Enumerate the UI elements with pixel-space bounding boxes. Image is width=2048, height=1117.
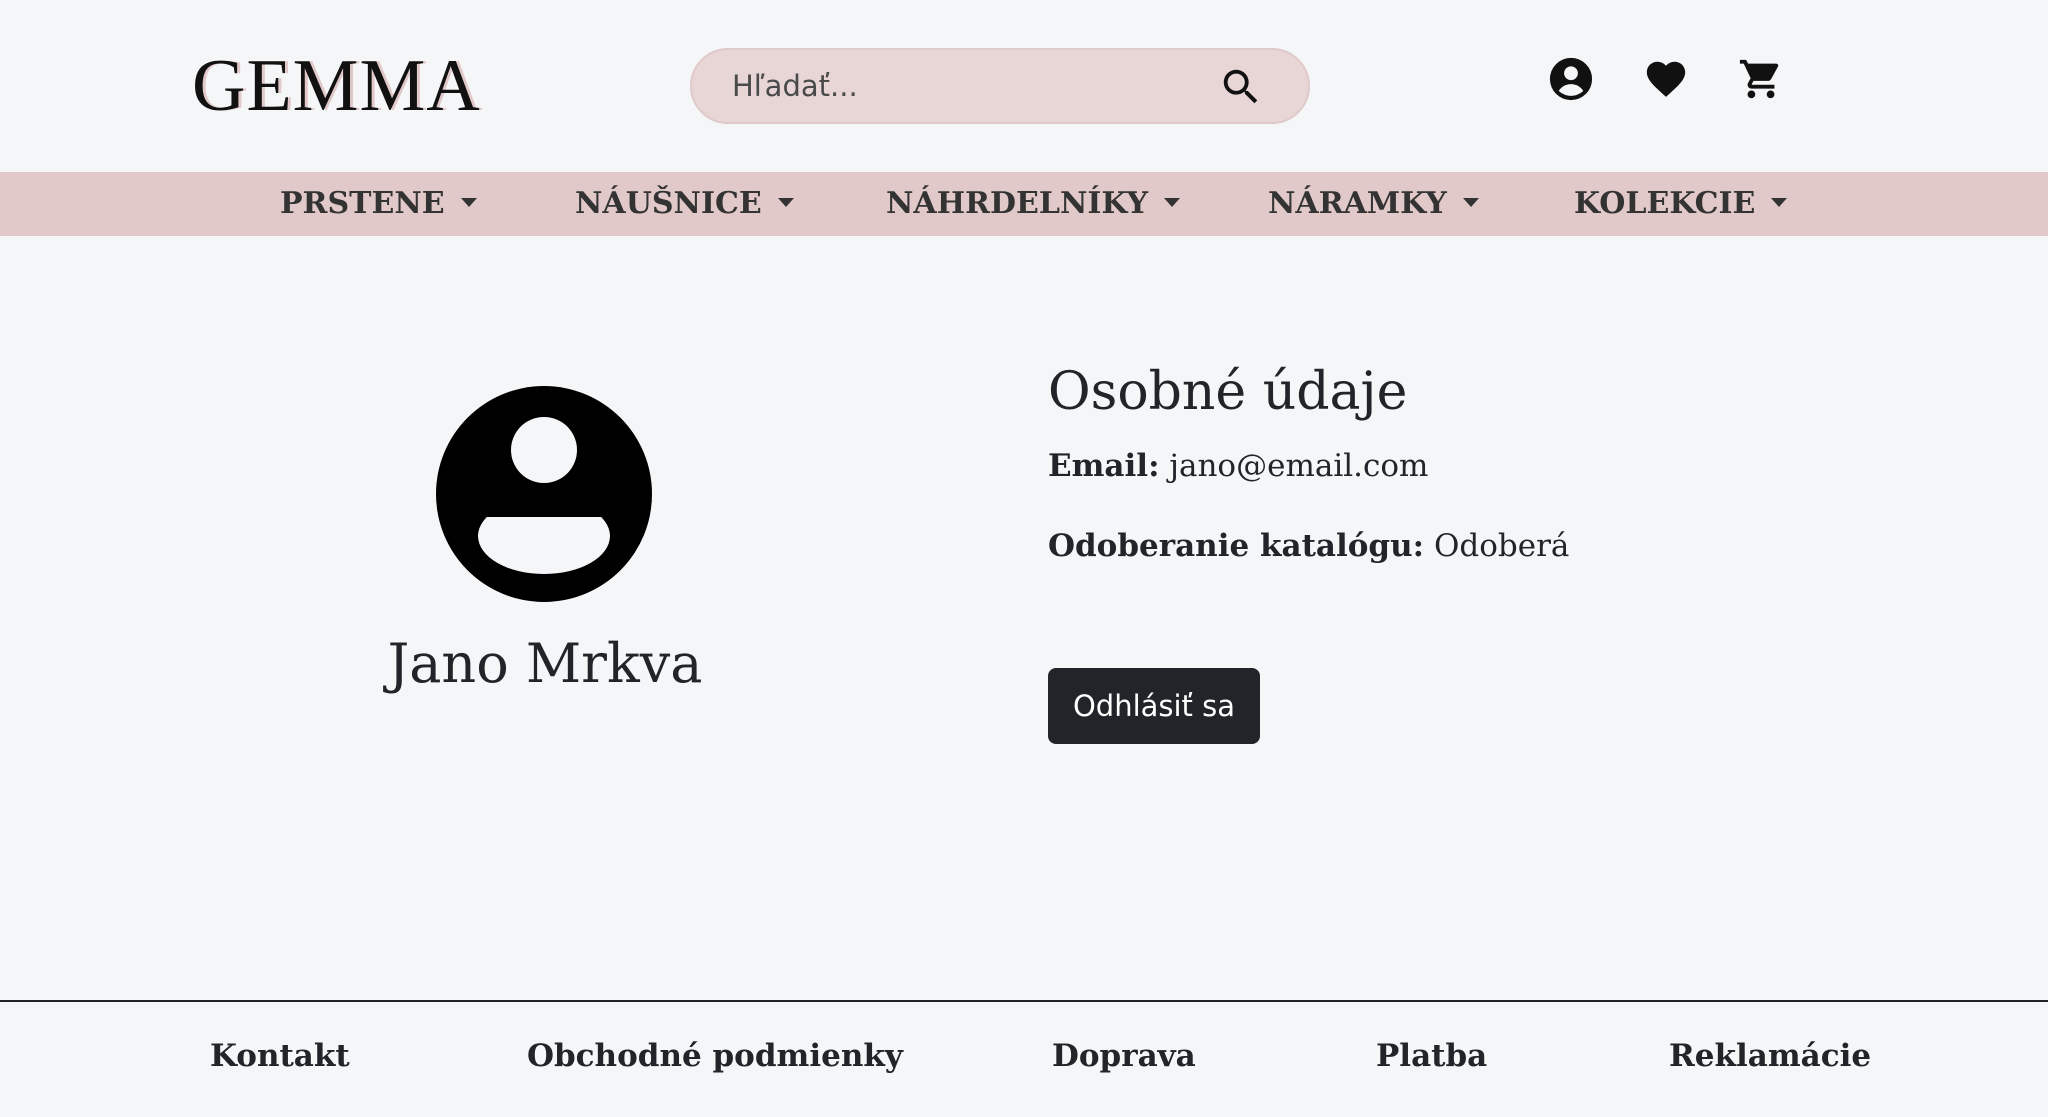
catalog-subscription-row: Odoberanie katalógu: Odoberá bbox=[1048, 528, 1569, 564]
email-row: Email: jano@email.com bbox=[1048, 448, 1428, 484]
search-bar bbox=[690, 48, 1310, 124]
page: GEMMA Hľadať... PRSTENE NÁUŠNICE NÁHRDEL… bbox=[0, 0, 2048, 1117]
heart-icon bbox=[1646, 61, 1686, 97]
caret-down-icon bbox=[1771, 197, 1788, 207]
search-icon bbox=[1223, 69, 1258, 104]
nav-item-nahrdelniky[interactable]: NÁHRDELNÍKY bbox=[886, 172, 1181, 236]
avatar-icon bbox=[436, 386, 652, 602]
nav-item-label: PRSTENE bbox=[280, 186, 445, 221]
email-label: Email: bbox=[1048, 448, 1160, 484]
wishlist-button[interactable] bbox=[1643, 56, 1689, 102]
caret-down-icon bbox=[1164, 197, 1181, 207]
search-input[interactable] bbox=[732, 62, 1212, 110]
search-button[interactable] bbox=[1218, 64, 1264, 110]
cart-button[interactable] bbox=[1738, 56, 1784, 102]
catalog-label: Odoberanie katalógu: bbox=[1048, 528, 1425, 564]
catalog-value: Odoberá bbox=[1433, 528, 1570, 564]
nav-item-nausnice[interactable]: NÁUŠNICE bbox=[575, 172, 794, 236]
nav-item-label: NÁUŠNICE bbox=[575, 186, 762, 221]
email-value: jano@email.com bbox=[1169, 448, 1429, 484]
footer-link-reklamacie[interactable]: Reklamácie bbox=[1669, 1038, 1871, 1074]
nav-item-naramky[interactable]: NÁRAMKY bbox=[1268, 172, 1479, 236]
footer-link-obchodne-podmienky[interactable]: Obchodné podmienky bbox=[527, 1038, 903, 1074]
caret-down-icon bbox=[1462, 197, 1479, 207]
nav-item-label: KOLEKCIE bbox=[1574, 186, 1756, 221]
nav-item-label: NÁRAMKY bbox=[1268, 186, 1447, 221]
site-footer: Kontakt Obchodné podmienky Doprava Platb… bbox=[0, 1000, 2048, 1117]
site-header: GEMMA bbox=[0, 0, 2048, 172]
footer-link-doprava[interactable]: Doprava bbox=[1052, 1038, 1196, 1074]
logout-button[interactable]: Odhlásiť sa bbox=[1048, 668, 1260, 744]
site-logo[interactable]: GEMMA bbox=[192, 46, 481, 126]
section-title: Osobné údaje bbox=[1048, 362, 1408, 422]
nav-item-kolekcie[interactable]: KOLEKCIE bbox=[1574, 172, 1788, 236]
footer-link-kontakt[interactable]: Kontakt bbox=[210, 1038, 350, 1074]
nav-item-prstene[interactable]: PRSTENE bbox=[280, 172, 477, 236]
caret-down-icon bbox=[460, 197, 477, 207]
category-nav: PRSTENE NÁUŠNICE NÁHRDELNÍKY NÁRAMKY KOL… bbox=[0, 172, 2048, 236]
nav-item-label: NÁHRDELNÍKY bbox=[886, 186, 1149, 221]
account-icon bbox=[1549, 57, 1593, 101]
caret-down-icon bbox=[777, 197, 794, 207]
user-name: Jano Mrkva bbox=[387, 632, 703, 695]
footer-link-platba[interactable]: Platba bbox=[1376, 1038, 1487, 1074]
account-button[interactable] bbox=[1548, 56, 1594, 102]
cart-icon bbox=[1739, 59, 1779, 99]
